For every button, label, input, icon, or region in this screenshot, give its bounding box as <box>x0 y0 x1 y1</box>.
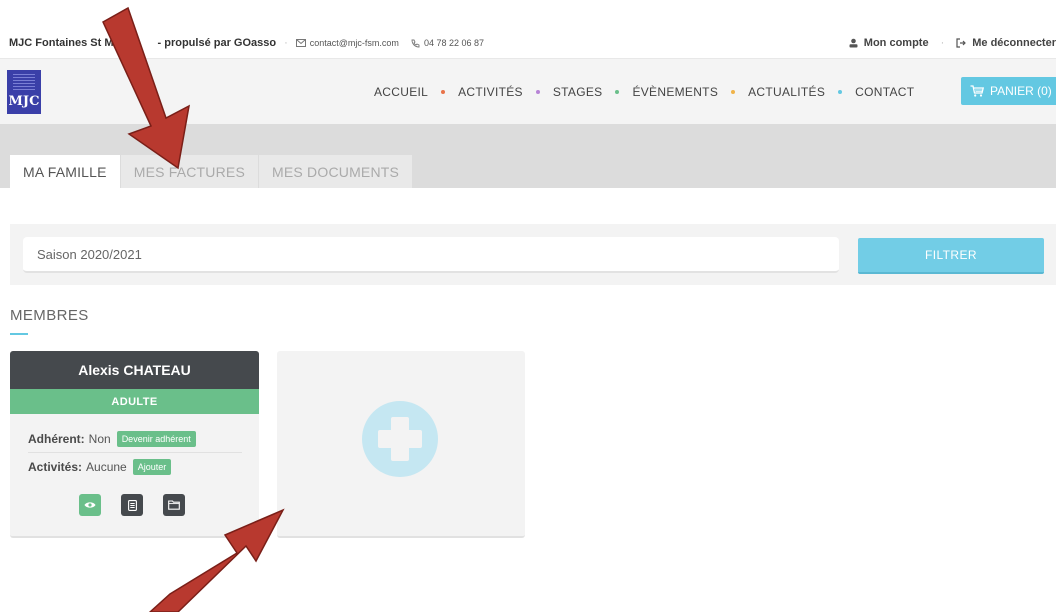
tabs-band: MA FAMILLE MES FACTURES MES DOCUMENTS <box>0 124 1056 188</box>
become-member-button[interactable]: Devenir adhérent <box>116 431 196 447</box>
contact-phone[interactable]: 04 78 22 06 87 <box>411 38 484 48</box>
tab-mes-factures[interactable]: MES FACTURES <box>120 155 259 188</box>
org-name: MJC Fontaines St M <box>9 37 114 49</box>
envelope-icon <box>295 39 306 47</box>
filter-button[interactable]: FILTRER <box>858 238 1044 274</box>
member-details-button[interactable] <box>121 494 143 516</box>
view-member-button[interactable] <box>79 494 101 516</box>
folder-icon <box>168 500 180 510</box>
nav-item-activites[interactable]: ACTIVITÉS <box>458 85 523 99</box>
nav-menu: ACCUEIL ACTIVITÉS STAGES ÉVÈNEMENTS ACTUALIT… <box>374 85 914 99</box>
nav-item-contact[interactable]: CONTACT <box>855 85 914 99</box>
account-tabs: MA FAMILLE MES FACTURES MES DOCUMENTS <box>10 155 413 188</box>
add-activity-button[interactable]: Ajouter <box>132 459 172 475</box>
nav-separator-dot <box>615 90 620 94</box>
eye-icon <box>84 502 96 508</box>
adherent-value: Non <box>88 432 111 446</box>
cart-button[interactable]: PANIER (0) <box>961 77 1056 105</box>
cart-icon <box>970 85 984 97</box>
logout-icon <box>956 38 967 48</box>
member-documents-button[interactable] <box>163 494 185 516</box>
section-underline <box>10 333 28 335</box>
row-divider <box>28 452 242 453</box>
add-member-card[interactable] <box>277 351 525 538</box>
nav-separator-dot <box>535 90 540 94</box>
phone-icon <box>411 39 420 47</box>
member-type-badge: ADULTE <box>10 389 259 414</box>
member-card: Alexis CHATEAU ADULTE Adhérent: Non Deve… <box>10 351 259 538</box>
season-select[interactable] <box>23 237 839 273</box>
contact-email[interactable]: contact@mjc-fsm.com <box>295 38 399 48</box>
user-icon <box>849 38 858 48</box>
account-links: Mon compte · Me déconnecter <box>849 37 1056 49</box>
activities-label: Activités: <box>28 460 83 474</box>
my-account-link[interactable]: Mon compte <box>849 37 929 49</box>
nav-separator-dot <box>731 90 736 94</box>
adherent-row: Adhérent: Non Devenir adhérent <box>28 431 196 447</box>
activities-value: Aucune <box>86 460 127 474</box>
tab-ma-famille[interactable]: MA FAMILLE <box>10 155 120 188</box>
nav-item-stages[interactable]: STAGES <box>553 85 603 99</box>
top-info-bar: MJC Fontaines St M - propulsé par GOasso… <box>0 0 1056 58</box>
logout-link[interactable]: Me déconnecter <box>956 37 1056 49</box>
nav-item-actualites[interactable]: ACTUALITÉS <box>748 85 825 99</box>
tab-mes-documents[interactable]: MES DOCUMENTS <box>259 155 413 188</box>
adherent-label: Adhérent: <box>28 432 85 446</box>
filter-band: FILTRER <box>10 224 1056 285</box>
mjc-logo[interactable]: MJC <box>7 70 41 114</box>
section-title-membres: MEMBRES <box>10 307 89 324</box>
org-info: MJC Fontaines St M - propulsé par GOasso… <box>9 37 484 49</box>
org-powered-by: - propulsé par GOasso <box>157 37 277 49</box>
nav-separator-dot <box>838 90 843 94</box>
main-navbar: MJC ACCUEIL ACTIVITÉS STAGES ÉVÈNEMENTS ACTU… <box>0 58 1056 124</box>
nav-separator-dot <box>441 90 446 94</box>
plus-circle-icon <box>362 401 438 477</box>
activities-row: Activités: Aucune Ajouter <box>28 459 172 475</box>
member-name: Alexis CHATEAU <box>10 351 259 389</box>
document-icon <box>127 499 137 511</box>
nav-item-evenements[interactable]: ÉVÈNEMENTS <box>632 85 718 99</box>
nav-item-accueil[interactable]: ACCUEIL <box>374 85 428 99</box>
